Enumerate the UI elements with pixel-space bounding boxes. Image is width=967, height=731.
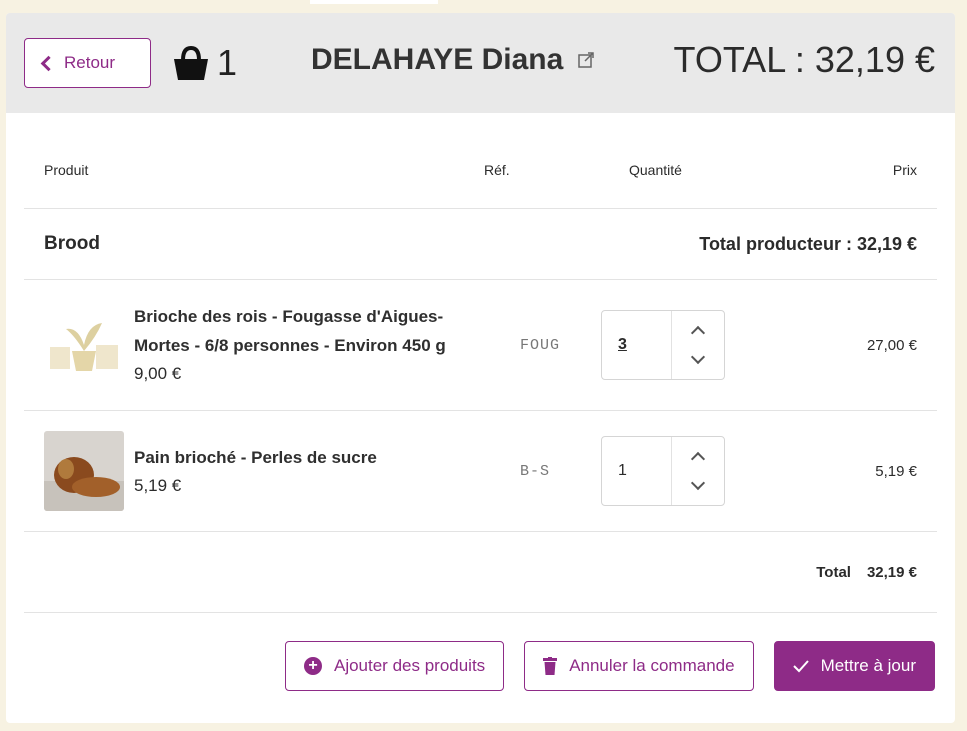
basket-icon bbox=[174, 45, 208, 80]
stepper-arrows bbox=[672, 311, 724, 379]
trash-icon bbox=[543, 657, 558, 675]
update-label: Mettre à jour bbox=[820, 656, 916, 675]
actions-bar: + Ajouter des produits Annuler la comman… bbox=[6, 613, 955, 719]
order-card: Retour 1 DELAHAYE Diana TOTAL : 32,19 € … bbox=[6, 13, 955, 723]
producer-total: Total producteur : 32,19 € bbox=[699, 233, 917, 254]
table-header-row: Produit Réf. Quantité Prix bbox=[24, 113, 937, 209]
column-header-price: Prix bbox=[892, 161, 917, 178]
item-info: Pain brioché - Perles de sucre 5,19 € bbox=[134, 443, 494, 500]
table-row: Brioche des rois - Fougasse d'Aigues-Mor… bbox=[24, 280, 937, 411]
producer-name: Brood bbox=[44, 233, 100, 254]
item-unit-price: 9,00 € bbox=[134, 364, 182, 383]
top-tab-indicator bbox=[310, 0, 438, 4]
back-button[interactable]: Retour bbox=[24, 38, 151, 88]
check-icon bbox=[792, 660, 809, 673]
customer-block: DELAHAYE Diana bbox=[311, 43, 595, 77]
quantity-input[interactable]: 1 bbox=[602, 437, 672, 505]
brioche-photo bbox=[44, 431, 124, 511]
add-products-label: Ajouter des produits bbox=[333, 656, 486, 675]
item-ref: B-S bbox=[520, 462, 551, 480]
cancel-order-label: Annuler la commande bbox=[569, 656, 735, 675]
quantity-value: 3 bbox=[618, 336, 627, 353]
basket-indicator: 1 bbox=[171, 42, 237, 84]
item-name: Brioche des rois - Fougasse d'Aigues-Mor… bbox=[134, 307, 446, 355]
total-label: Total bbox=[816, 563, 851, 581]
column-header-quantity: Quantité bbox=[629, 161, 682, 178]
table-row: Pain brioché - Perles de sucre 5,19 € B-… bbox=[24, 411, 937, 532]
stepper-arrows bbox=[672, 437, 724, 505]
update-button[interactable]: Mettre à jour bbox=[773, 641, 935, 691]
order-table: Produit Réf. Quantité Prix Brood Total p… bbox=[6, 113, 955, 613]
chevron-down-icon[interactable] bbox=[690, 475, 706, 491]
back-button-label: Retour bbox=[64, 53, 116, 72]
external-link-icon[interactable] bbox=[577, 51, 595, 69]
item-price: 5,19 € bbox=[875, 462, 917, 480]
item-name: Pain brioché - Perles de sucre bbox=[134, 448, 377, 467]
producer-group-row: Brood Total producteur : 32,19 € bbox=[24, 209, 937, 280]
chevron-up-icon[interactable] bbox=[690, 451, 706, 467]
chevron-up-icon[interactable] bbox=[690, 325, 706, 341]
chevron-left-icon bbox=[40, 55, 57, 71]
item-info: Brioche des rois - Fougasse d'Aigues-Mor… bbox=[134, 302, 494, 388]
column-header-ref: Réf. bbox=[484, 161, 510, 178]
customer-name: DELAHAYE Diana bbox=[311, 43, 564, 76]
plus-circle-icon: + bbox=[303, 657, 322, 675]
total-value: 32,19 € bbox=[866, 563, 917, 581]
column-header-product: Produit bbox=[44, 161, 89, 178]
item-unit-price: 5,19 € bbox=[134, 476, 182, 495]
order-header: Retour 1 DELAHAYE Diana TOTAL : 32,19 € bbox=[6, 13, 955, 113]
chevron-down-icon[interactable] bbox=[690, 349, 706, 365]
quantity-input[interactable]: 3 bbox=[602, 311, 672, 379]
quantity-value: 1 bbox=[618, 462, 627, 479]
order-total-row: Total 32,19 € bbox=[24, 532, 937, 613]
plant-placeholder-icon bbox=[44, 305, 124, 385]
basket-count: 1 bbox=[217, 42, 238, 83]
cancel-order-button[interactable]: Annuler la commande bbox=[524, 641, 754, 691]
item-ref: FOUG bbox=[520, 336, 561, 354]
quantity-stepper[interactable]: 3 bbox=[601, 310, 725, 380]
quantity-stepper[interactable]: 1 bbox=[601, 436, 725, 506]
order-total-heading: TOTAL : 32,19 € bbox=[673, 39, 935, 80]
item-price: 27,00 € bbox=[866, 336, 917, 354]
add-products-button[interactable]: + Ajouter des produits bbox=[284, 641, 505, 691]
